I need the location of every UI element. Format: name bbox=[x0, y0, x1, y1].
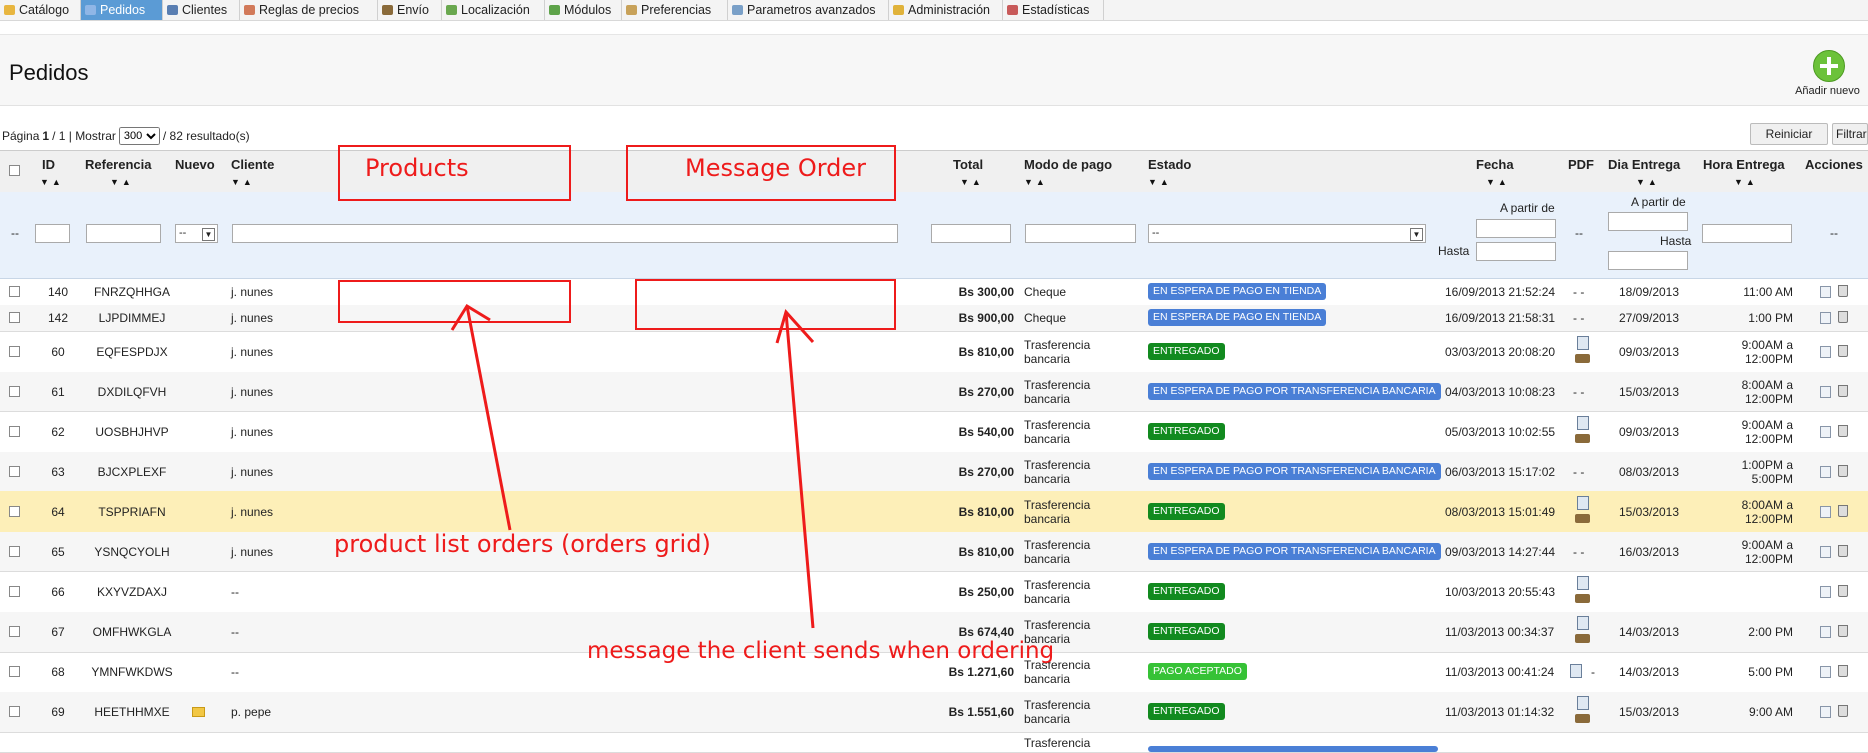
message-arrowhead bbox=[775, 308, 815, 344]
message-arrow bbox=[784, 311, 815, 629]
message-annotation-note: message the client sends when ordering bbox=[587, 638, 1055, 664]
status-badge bbox=[1148, 746, 1438, 752]
products-arrow bbox=[465, 305, 512, 531]
products-annotation-note: product list orders (orders grid) bbox=[334, 530, 711, 558]
annotation-arrows bbox=[450, 303, 815, 629]
